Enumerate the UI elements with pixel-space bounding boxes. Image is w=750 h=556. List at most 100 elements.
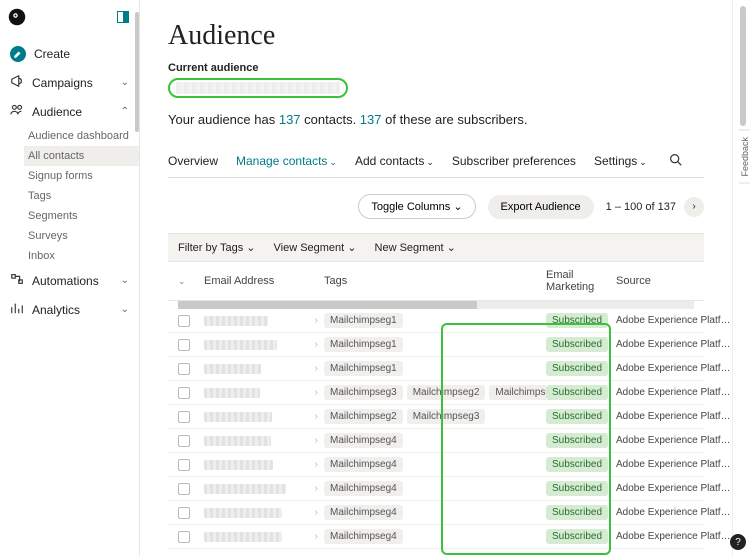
tag-chip[interactable]: Mailchimpseg1 xyxy=(324,313,403,328)
chevron-right-icon: › xyxy=(315,315,324,326)
tab-add-contacts[interactable]: Add contacts⌄ xyxy=(355,154,434,168)
mailchimp-logo-icon[interactable] xyxy=(8,8,26,26)
status-badge: Subscribed xyxy=(546,385,608,400)
tab-overview[interactable]: Overview xyxy=(168,154,218,168)
tag-chip[interactable]: Mailchimpseg1 xyxy=(489,385,546,400)
table-row[interactable]: ›Mailchimpseg1SubscribedAdobe Experience… xyxy=(168,333,704,357)
table-row[interactable]: ›Mailchimpseg4SubscribedAdobe Experience… xyxy=(168,453,704,477)
tag-chip[interactable]: Mailchimpseg1 xyxy=(324,361,403,376)
status-badge: Subscribed xyxy=(546,361,608,376)
feedback-tab[interactable]: Feedback xyxy=(739,130,750,184)
table-row[interactable]: ›Mailchimpseg2Mailchimpseg3SubscribedAdo… xyxy=(168,405,704,429)
row-checkbox[interactable] xyxy=(178,387,190,399)
right-rail: Feedback ? xyxy=(732,0,750,556)
col-tags[interactable]: Tags xyxy=(324,275,546,287)
tab-manage-contacts[interactable]: Manage contacts⌄ xyxy=(236,154,337,168)
sidebar-scrollbar[interactable] xyxy=(135,12,139,132)
row-tags: Mailchimpseg1 xyxy=(324,337,546,352)
tag-chip[interactable]: Mailchimpseg2 xyxy=(324,409,403,424)
search-icon[interactable] xyxy=(669,153,682,169)
row-tags: Mailchimpseg1 xyxy=(324,313,546,328)
tag-chip[interactable]: Mailchimpseg3 xyxy=(324,385,403,400)
row-source: Adobe Experience Platform xyxy=(616,435,732,446)
table-row[interactable]: ›Mailchimpseg4SubscribedAdobe Experience… xyxy=(168,525,704,549)
sidebar-subitem[interactable]: Segments xyxy=(28,206,139,226)
status-badge: Subscribed xyxy=(546,505,608,520)
row-source: Adobe Experience Platform xyxy=(616,483,732,494)
row-checkbox[interactable] xyxy=(178,339,190,351)
nav-campaigns[interactable]: Campaigns ⌄ xyxy=(0,68,139,97)
tag-chip[interactable]: Mailchimpseg4 xyxy=(324,505,403,520)
email-redacted xyxy=(204,532,282,542)
row-checkbox[interactable] xyxy=(178,507,190,519)
row-checkbox[interactable] xyxy=(178,363,190,375)
contact-count: 137 xyxy=(279,112,301,127)
audience-selector[interactable] xyxy=(168,78,348,98)
tag-chip[interactable]: Mailchimpseg4 xyxy=(324,457,403,472)
tag-chip[interactable]: Mailchimpseg4 xyxy=(324,433,403,448)
table-row[interactable]: ›Mailchimpseg4SubscribedAdobe Experience… xyxy=(168,477,704,501)
vertical-scrollbar[interactable] xyxy=(740,6,746,126)
row-tags: Mailchimpseg4 xyxy=(324,457,546,472)
horizontal-scrollbar[interactable] xyxy=(178,301,694,309)
nav-audience[interactable]: Audience ⌃ xyxy=(0,97,139,126)
col-marketing[interactable]: Email Marketing xyxy=(546,269,616,293)
row-checkbox[interactable] xyxy=(178,435,190,447)
row-checkbox[interactable] xyxy=(178,411,190,423)
tag-chip[interactable]: Mailchimpseg1 xyxy=(324,337,403,352)
chevron-down-icon: ⌄ xyxy=(329,157,337,167)
sidebar-subitem[interactable]: Audience dashboard xyxy=(28,126,139,146)
row-tags: Mailchimpseg4 xyxy=(324,433,546,448)
analytics-icon xyxy=(10,301,24,318)
row-checkbox[interactable] xyxy=(178,531,190,543)
status-badge: Subscribed xyxy=(546,409,608,424)
sidebar: Create Campaigns ⌄ Audience ⌃ Audience d… xyxy=(0,0,140,556)
nav-analytics[interactable]: Analytics ⌄ xyxy=(0,295,139,324)
chevron-right-icon: › xyxy=(315,531,324,542)
view-segment[interactable]: View Segment ⌄ xyxy=(274,241,357,254)
sidebar-subitem[interactable]: Surveys xyxy=(28,226,139,246)
tag-chip[interactable]: Mailchimpseg3 xyxy=(407,409,486,424)
sidebar-subitem[interactable]: Inbox xyxy=(28,246,139,266)
select-all-chevron[interactable]: ⌄ xyxy=(178,276,204,287)
automation-icon xyxy=(10,272,24,289)
row-checkbox[interactable] xyxy=(178,483,190,495)
row-source: Adobe Experience Platform xyxy=(616,387,732,398)
row-checkbox[interactable] xyxy=(178,459,190,471)
row-source: Adobe Experience Platform xyxy=(616,531,732,542)
contacts-table: Filter by Tags ⌄ View Segment ⌄ New Segm… xyxy=(168,233,704,549)
col-email[interactable]: Email Address xyxy=(204,275,324,287)
pager-range: 1 – 100 of 137 xyxy=(606,201,676,213)
tag-chip[interactable]: Mailchimpseg4 xyxy=(324,481,403,496)
row-checkbox[interactable] xyxy=(178,315,190,327)
sidebar-collapse-icon[interactable] xyxy=(117,11,129,23)
table-row[interactable]: ›Mailchimpseg1SubscribedAdobe Experience… xyxy=(168,357,704,381)
table-row[interactable]: ›Mailchimpseg4SubscribedAdobe Experience… xyxy=(168,429,704,453)
tag-chip[interactable]: Mailchimpseg2 xyxy=(407,385,486,400)
tab-settings[interactable]: Settings⌄ xyxy=(594,154,647,168)
create-label: Create xyxy=(34,47,70,61)
filter-by-tags[interactable]: Filter by Tags ⌄ xyxy=(178,241,256,254)
row-source: Adobe Experience Platform xyxy=(616,411,732,422)
chevron-right-icon: › xyxy=(315,483,324,494)
table-row[interactable]: ›Mailchimpseg1SubscribedAdobe Experience… xyxy=(168,309,704,333)
table-row[interactable]: ›Mailchimpseg3Mailchimpseg2Mailchimpseg1… xyxy=(168,381,704,405)
table-row[interactable]: ›Mailchimpseg4SubscribedAdobe Experience… xyxy=(168,501,704,525)
export-audience-button[interactable]: Export Audience xyxy=(488,195,594,219)
email-redacted xyxy=(204,460,273,470)
help-button[interactable]: ? xyxy=(730,534,746,550)
toggle-columns-button[interactable]: Toggle Columns ⌄ xyxy=(358,194,475,219)
col-source[interactable]: Source xyxy=(616,275,732,287)
nav-automations[interactable]: Automations ⌄ xyxy=(0,266,139,295)
sidebar-subitem[interactable]: Signup forms xyxy=(28,166,139,186)
tab-subscriber-preferences[interactable]: Subscriber preferences xyxy=(452,154,576,168)
chevron-down-icon: ⌄ xyxy=(121,275,129,286)
sidebar-subitem[interactable]: Tags xyxy=(28,186,139,206)
new-segment[interactable]: New Segment ⌄ xyxy=(375,241,456,254)
create-button[interactable]: Create xyxy=(0,40,139,68)
chevron-down-icon: ⌄ xyxy=(453,201,462,213)
sidebar-subitem[interactable]: All contacts xyxy=(24,146,139,166)
tag-chip[interactable]: Mailchimpseg4 xyxy=(324,529,403,544)
nav-label: Automations xyxy=(32,274,99,288)
pager-next-button[interactable]: › xyxy=(684,197,704,217)
